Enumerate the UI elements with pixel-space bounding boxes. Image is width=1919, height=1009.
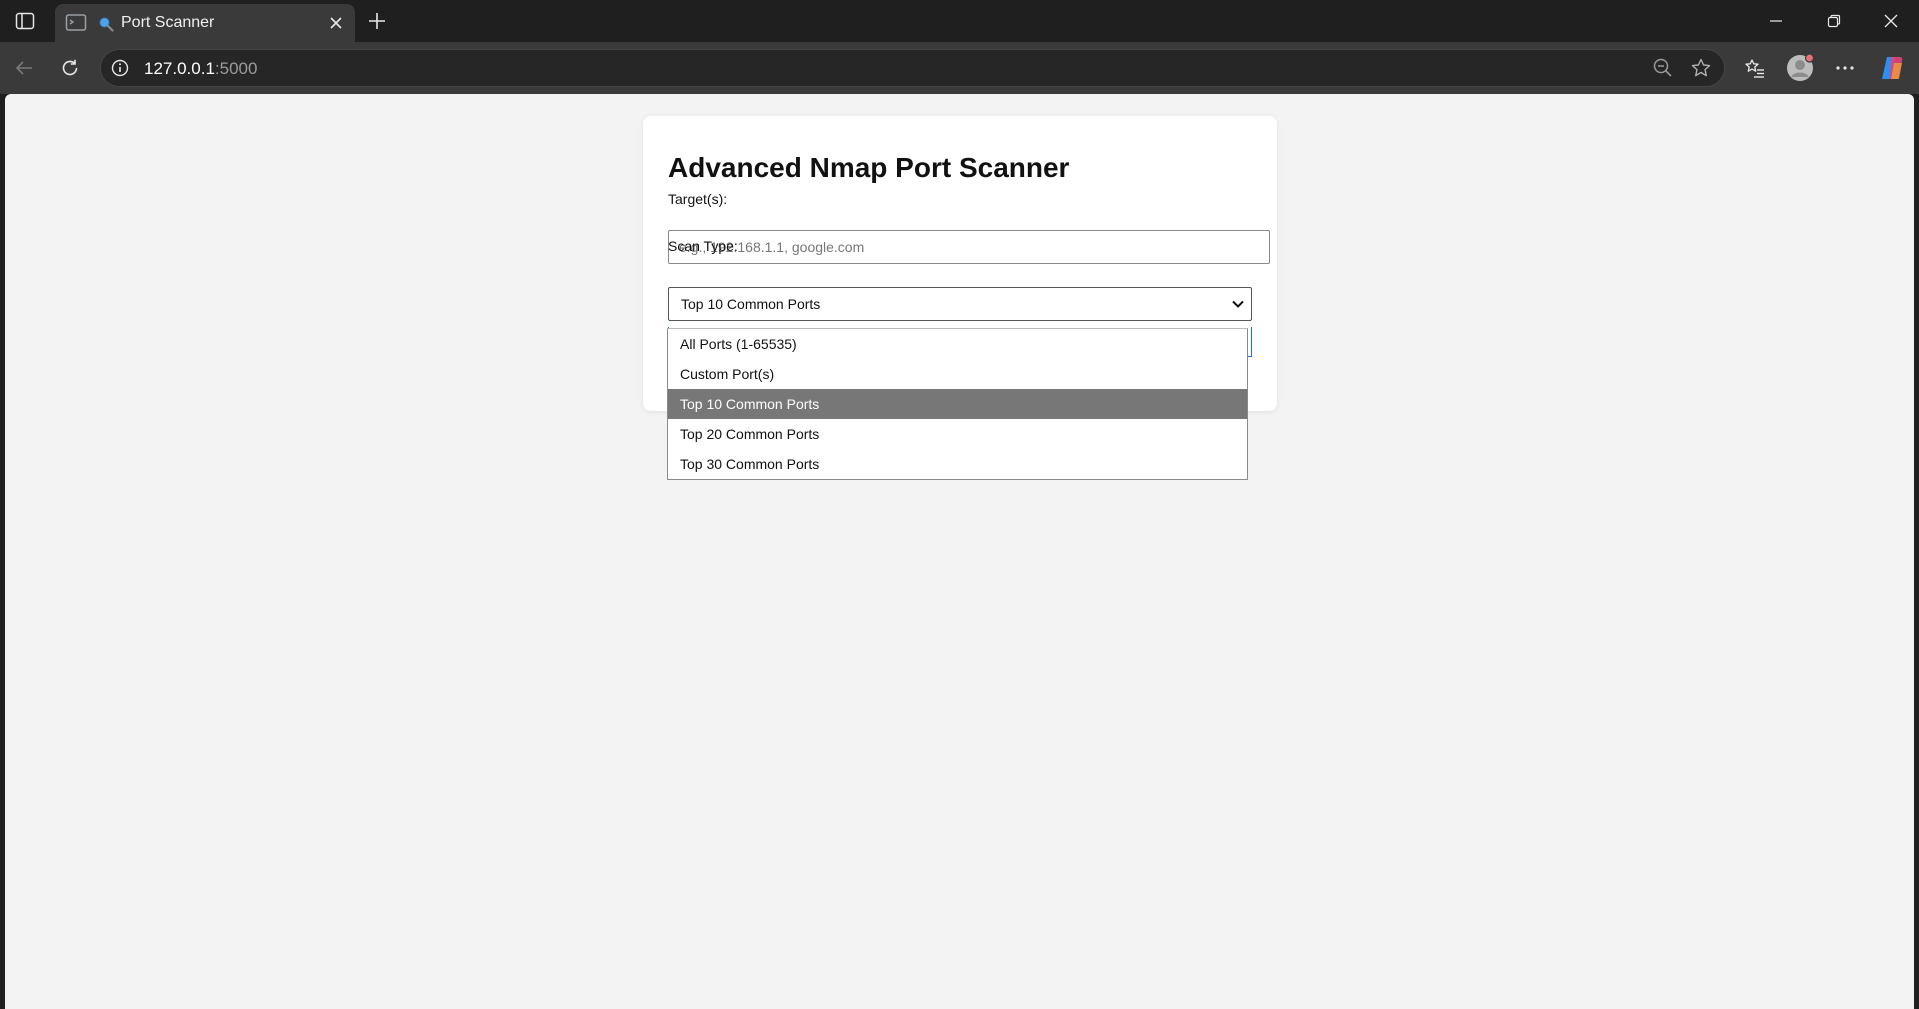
minimize-button[interactable] (1747, 0, 1805, 42)
more-dots-icon (1836, 66, 1854, 70)
favorite-star-icon[interactable] (1690, 57, 1712, 79)
reload-icon (62, 59, 78, 76)
close-icon (1884, 14, 1898, 28)
sidebar-toggle-icon (15, 12, 35, 30)
tab-strip: Port Scanner (0, 0, 1919, 42)
scan-type-selected-value: Top 10 Common Ports (681, 296, 821, 312)
restore-button[interactable] (1805, 0, 1863, 42)
address-bar[interactable]: 127.0.0.1:5000 (100, 49, 1725, 87)
target-input[interactable] (668, 230, 1270, 264)
site-info-icon[interactable] (111, 59, 129, 77)
browser-toolbar: 127.0.0.1:5000 (0, 42, 1919, 94)
tab-title: Port Scanner (121, 14, 215, 31)
option-label: Top 20 Common Ports (680, 426, 820, 442)
profile-button[interactable] (1782, 51, 1818, 85)
magnifier-icon (99, 17, 114, 32)
option-label: Top 30 Common Ports (680, 456, 820, 472)
plus-icon (369, 13, 385, 29)
close-window-button[interactable] (1862, 0, 1919, 42)
url-host: 127.0.0.1 (144, 59, 215, 78)
restore-icon (1827, 14, 1841, 28)
chevron-down-icon (1232, 300, 1244, 308)
reload-button[interactable] (52, 51, 88, 85)
tab-close-button[interactable] (325, 12, 347, 34)
favorites-button[interactable] (1737, 51, 1773, 85)
favorites-list-icon (1745, 59, 1764, 78)
more-menu-button[interactable] (1827, 51, 1863, 85)
back-arrow-icon (15, 61, 32, 75)
close-icon (330, 17, 342, 29)
scan-type-label: Scan Type: (668, 238, 738, 254)
copilot-icon (1882, 57, 1903, 79)
url-text[interactable]: 127.0.0.1:5000 (144, 59, 257, 79)
url-port: :5000 (214, 59, 258, 78)
scan-type-option[interactable]: Custom Port(s) (668, 359, 1247, 389)
page-viewport: Advanced Nmap Port Scanner Target(s): Sc… (5, 94, 1914, 1009)
scan-type-option[interactable]: Top 30 Common Ports (668, 449, 1247, 479)
scan-type-select[interactable]: Top 10 Common Ports (668, 287, 1252, 321)
zoom-out-icon[interactable] (1652, 57, 1674, 79)
scan-type-dropdown-list: All Ports (1-65535) Custom Port(s) Top 1… (667, 328, 1248, 480)
page-title: Advanced Nmap Port Scanner (668, 152, 1070, 183)
option-label: Top 10 Common Ports (680, 396, 820, 412)
minimize-icon (1770, 20, 1782, 22)
option-label: Custom Port(s) (680, 366, 775, 382)
browser-tab[interactable]: Port Scanner (55, 4, 355, 42)
avatar-icon (1787, 53, 1815, 81)
option-label: All Ports (1-65535) (680, 336, 797, 352)
new-tab-button[interactable] (363, 8, 391, 34)
workspace-icon (65, 14, 87, 31)
scan-type-option[interactable]: Top 20 Common Ports (668, 419, 1247, 449)
back-button[interactable] (6, 51, 42, 85)
scan-type-option[interactable]: All Ports (1-65535) (668, 329, 1247, 359)
target-label: Target(s): (668, 191, 728, 207)
scan-type-option-selected[interactable]: Top 10 Common Ports (668, 389, 1247, 419)
tab-actions-button[interactable] (8, 8, 42, 34)
copilot-button[interactable] (1874, 51, 1910, 85)
